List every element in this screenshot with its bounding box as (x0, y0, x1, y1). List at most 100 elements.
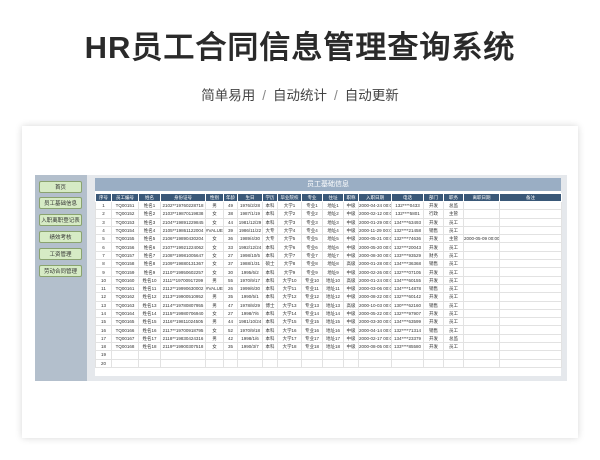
cell-age[interactable]: 44 (223, 317, 238, 327)
cell-age[interactable]: 33 (223, 242, 238, 252)
cell-dept[interactable]: 销售 (423, 283, 444, 294)
cell-phone[interactable]: 132****5801 (391, 209, 424, 219)
cell-gender[interactable]: 女 (205, 325, 224, 335)
cell-gender[interactable]: #VALUE! (205, 283, 224, 294)
cell-hire[interactable]: 2000-01-24 00:00:00 (358, 275, 392, 285)
cell-age[interactable]: 42 (223, 333, 238, 344)
cell-name[interactable]: 姓名13 (138, 300, 161, 310)
cell-major[interactable]: 专业16 (301, 325, 323, 335)
cell-major[interactable]: 专业9 (301, 267, 323, 277)
cell-gender[interactable]: 男 (205, 200, 224, 211)
cell-hire[interactable]: 2000-10-03 00:00:00 (358, 300, 392, 310)
cell-note[interactable] (499, 317, 562, 327)
cell-phone[interactable]: 132****0433 (391, 200, 424, 211)
cell-major[interactable] (301, 350, 323, 360)
cell-birthday[interactable]: 1976/2/28 (237, 200, 263, 211)
cell-name[interactable]: 姓名12 (138, 292, 161, 302)
nav-contract-button[interactable]: 劳动合同管理 (39, 265, 82, 277)
cell-hire[interactable]: 2000-05-21 00:00:00 (358, 234, 392, 244)
cell-position[interactable]: 主管 (443, 234, 464, 244)
cell-no[interactable]: 17 (95, 333, 112, 344)
cell-note[interactable] (499, 308, 562, 319)
cell-title[interactable]: 中级 (343, 308, 359, 319)
cell-phone[interactable]: 132****21458 (391, 225, 424, 236)
cell-note[interactable] (499, 283, 562, 294)
cell-age[interactable]: 44 (223, 217, 238, 227)
cell-id[interactable]: TQ00161 (111, 283, 139, 294)
cell-hire[interactable] (358, 350, 392, 360)
cell-note[interactable] (499, 275, 562, 285)
cell-idcard[interactable]: 2102**19760228718 (160, 200, 206, 211)
cell-phone[interactable]: 130****62160 (391, 300, 424, 310)
cell-edu[interactable]: 硕士 (262, 259, 278, 269)
cell-address[interactable]: 地址13 (322, 300, 344, 310)
cell-major[interactable]: 专业3 (301, 217, 323, 227)
cell-name[interactable]: 姓名11 (138, 283, 161, 294)
cell-edu[interactable]: 本科 (262, 342, 278, 352)
cell-position[interactable]: 员工 (443, 242, 464, 252)
cell-phone[interactable]: 132****74636 (391, 234, 424, 244)
cell-gender[interactable]: 男 (205, 333, 224, 344)
cell-dept[interactable]: 开发 (423, 242, 444, 252)
cell-no[interactable]: 14 (95, 308, 112, 319)
cell-address[interactable]: 地址2 (322, 209, 344, 219)
cell-name[interactable] (138, 350, 161, 360)
nav-home-button[interactable]: 首页 (39, 181, 82, 193)
cell-gender[interactable]: 男 (205, 317, 224, 327)
nav-employee-info-button[interactable]: 员工基础信息 (39, 197, 82, 209)
cell-phone[interactable]: 134****23379 (391, 333, 424, 344)
cell-position[interactable]: 员工 (443, 267, 464, 277)
cell-id[interactable]: TQ00168 (111, 342, 139, 352)
cell-birthday[interactable]: 1986/11/22 (237, 225, 263, 236)
cell-title[interactable]: 中级 (343, 242, 359, 252)
cell-school[interactable]: 大学12 (277, 292, 302, 302)
cell-gender[interactable]: 男 (205, 275, 224, 285)
cell-position[interactable]: 主管 (443, 209, 464, 219)
cell-position[interactable]: 员工 (443, 225, 464, 236)
cell-phone[interactable]: 134****14878 (391, 283, 424, 294)
cell-hire[interactable]: 2000-05-22 00:00:00 (358, 308, 392, 319)
cell-no[interactable]: 20 (95, 358, 112, 368)
nav-salary-button[interactable]: 工资管理 (39, 248, 82, 260)
cell-position[interactable]: 员工 (443, 250, 464, 261)
cell-note[interactable] (499, 358, 562, 368)
cell-age[interactable]: 27 (223, 250, 238, 261)
cell-idcard[interactable] (160, 358, 206, 368)
column-header[interactable]: 住址 (322, 193, 344, 202)
cell-school[interactable]: 大学15 (277, 317, 302, 327)
cell-major[interactable]: 专业10 (301, 275, 323, 285)
cell-school[interactable]: 大学7 (277, 250, 302, 261)
cell-gender[interactable]: 女 (205, 209, 224, 219)
cell-age[interactable]: 35 (223, 342, 238, 352)
cell-note[interactable] (499, 200, 562, 211)
cell-major[interactable]: 专业17 (301, 333, 323, 344)
cell-note[interactable] (499, 259, 562, 269)
cell-id[interactable]: TQ00164 (111, 308, 139, 319)
cell-gender[interactable]: 男 (205, 292, 224, 302)
cell-leave[interactable] (463, 250, 500, 261)
cell-birthday[interactable]: 1999/6/30 (237, 283, 263, 294)
cell-dept[interactable] (423, 358, 444, 368)
cell-address[interactable]: 地址16 (322, 325, 344, 335)
cell-position[interactable] (443, 350, 464, 360)
cell-edu[interactable] (262, 358, 278, 368)
cell-leave[interactable] (463, 358, 500, 368)
cell-no[interactable]: 2 (95, 209, 112, 219)
cell-age[interactable] (223, 350, 238, 360)
cell-hire[interactable]: 2000-01-28 00:00:00 (358, 259, 392, 269)
column-header[interactable]: 备注 (499, 193, 562, 202)
cell-no[interactable]: 8 (95, 259, 112, 269)
cell-school[interactable]: 大学8 (277, 259, 302, 269)
cell-age[interactable]: 27 (223, 308, 238, 319)
cell-title[interactable] (343, 350, 359, 360)
cell-name[interactable]: 姓名14 (138, 308, 161, 319)
cell-hire[interactable]: 2000-02-12 00:00:00 (358, 209, 392, 219)
cell-no[interactable]: 4 (95, 225, 112, 236)
cell-school[interactable]: 大学18 (277, 342, 302, 352)
cell-dept[interactable]: 开发 (423, 234, 444, 244)
cell-edu[interactable]: 本科 (262, 217, 278, 227)
cell-phone[interactable]: 132****60142 (391, 292, 424, 302)
cell-idcard[interactable]: 2114**19780807955 (160, 300, 206, 310)
nav-onboarding-button[interactable]: 入职离职登记表 (39, 214, 82, 226)
cell-name[interactable]: 姓名7 (138, 250, 161, 261)
